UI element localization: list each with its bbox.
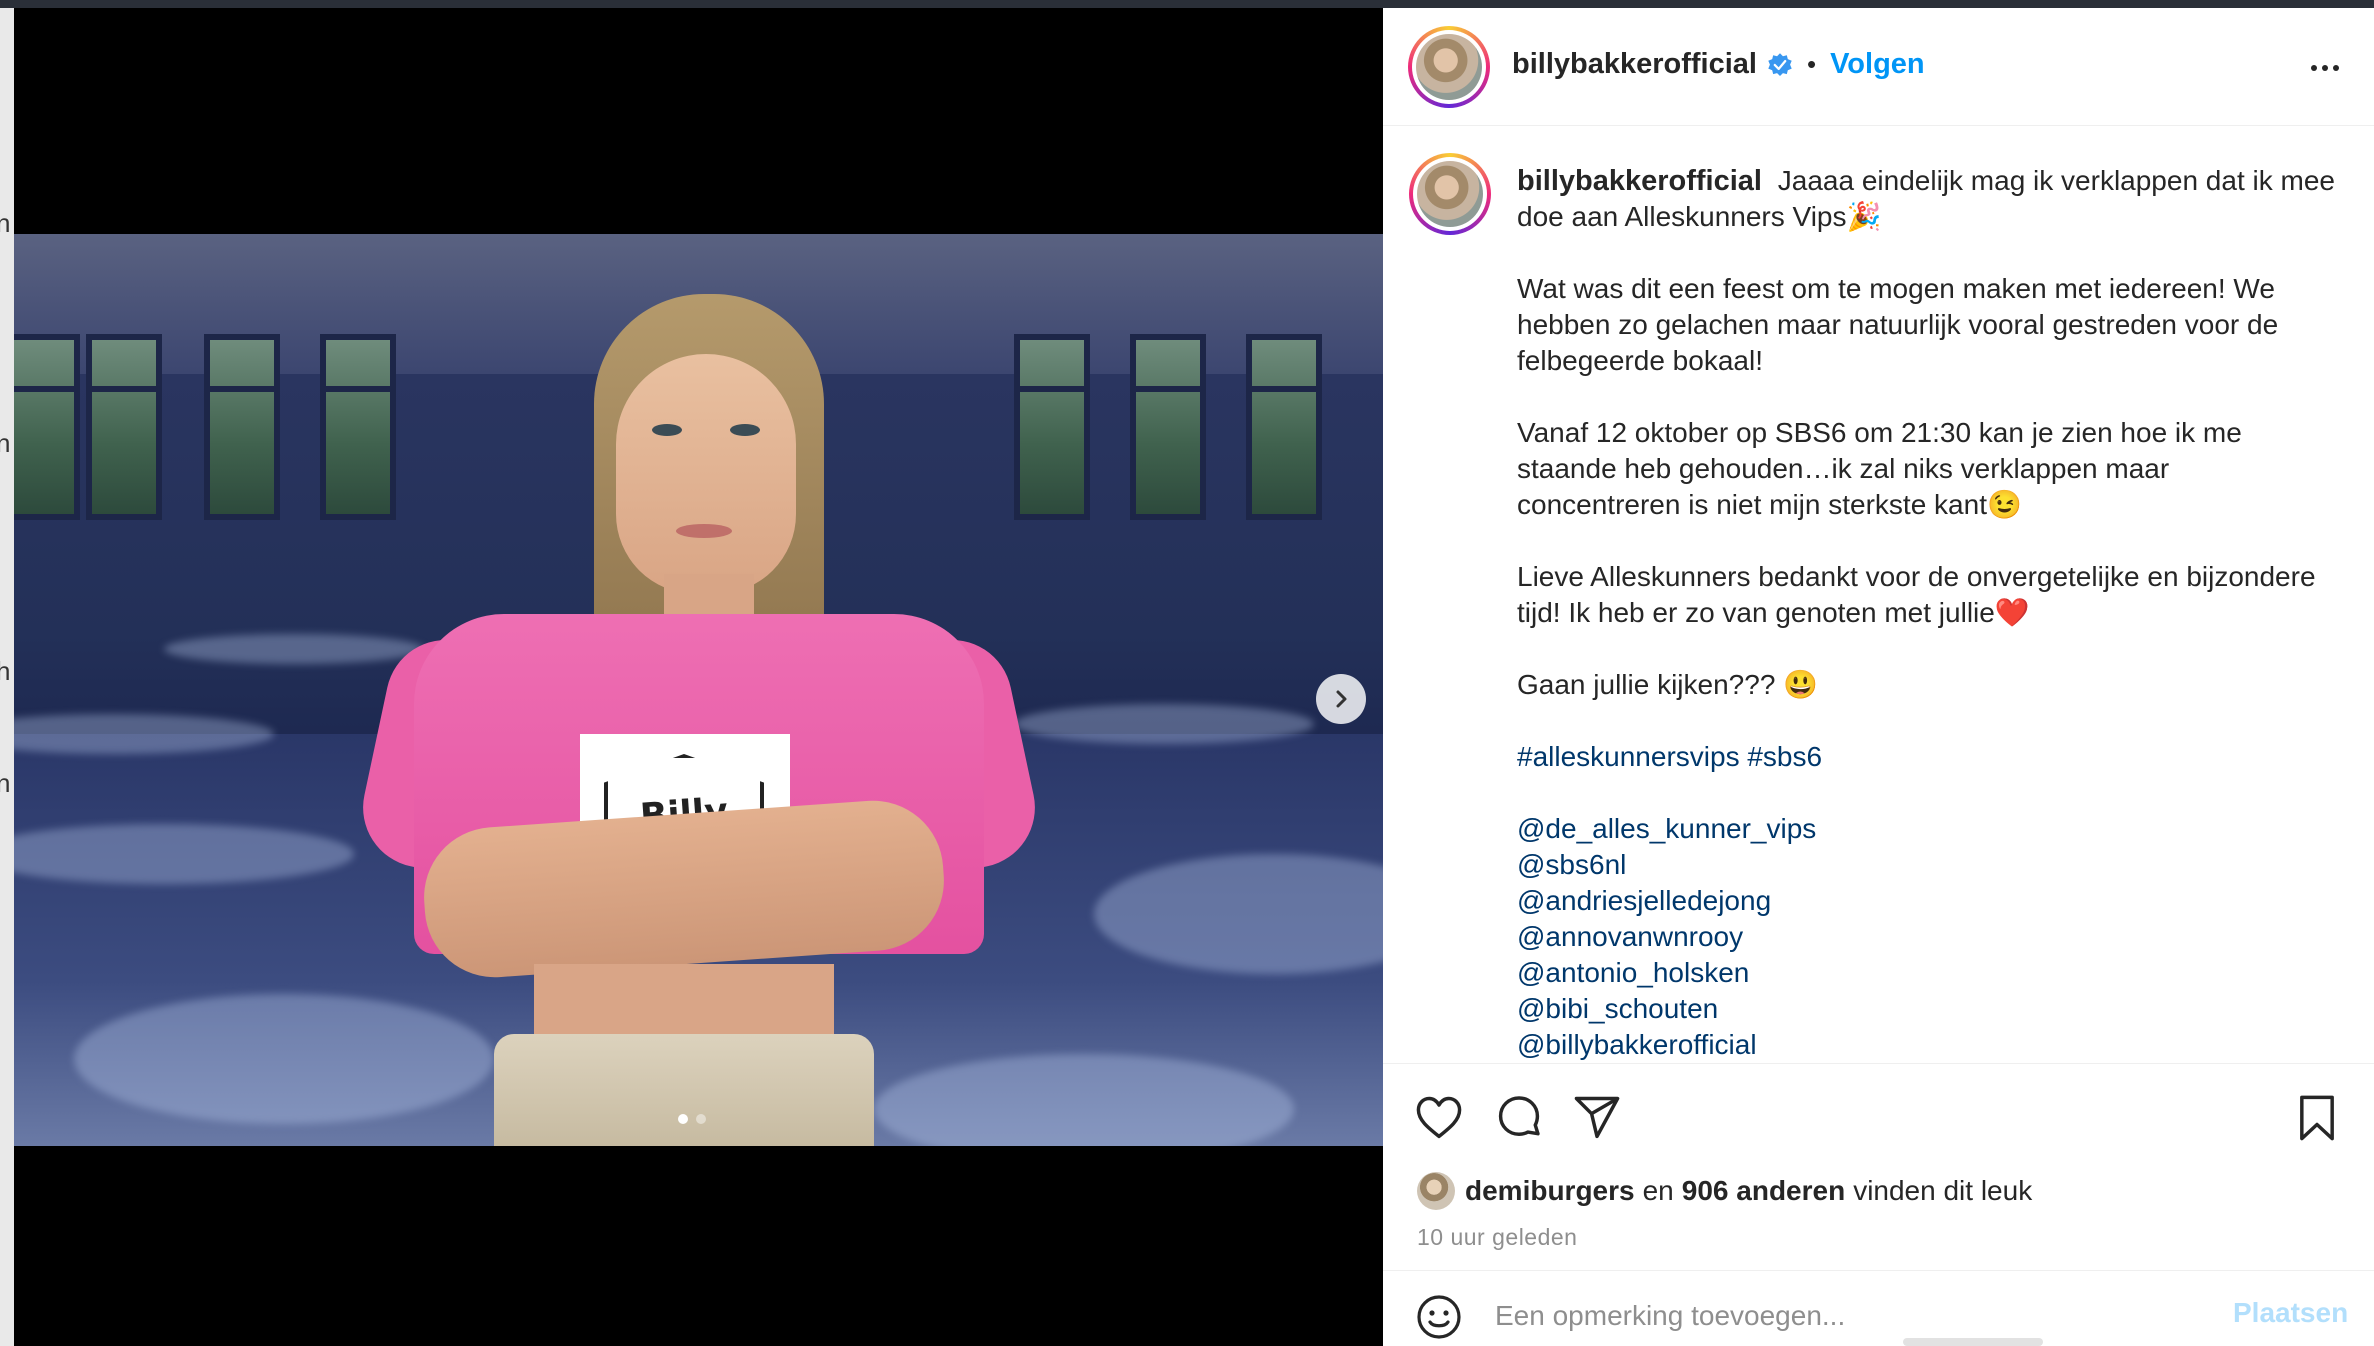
caption-avatar[interactable]	[1409, 153, 1491, 235]
backdrop-text-fragment: h	[0, 656, 11, 686]
mention-link[interactable]: @bibi_schouten	[1517, 991, 2337, 1027]
post-photo[interactable]: Billy	[14, 234, 1383, 1146]
caption-username[interactable]: billybakkerofficial	[1517, 165, 1762, 197]
separator-dot: •	[1807, 49, 1817, 79]
caption-area[interactable]: billybakkerofficial Jaaaa eindelijk mag …	[1383, 127, 2374, 1063]
post-timestamp[interactable]: 10 uur geleden	[1417, 1224, 1577, 1251]
smiley-icon[interactable]	[1415, 1293, 1463, 1341]
mention-link[interactable]: @annovanwnrooy	[1517, 919, 2337, 955]
likes-summary[interactable]: demiburgers en 906 anderen vinden dit le…	[1417, 1172, 2032, 1210]
scroll-indicator	[1903, 1338, 2043, 1346]
comment-bubble-icon[interactable]	[1493, 1092, 1545, 1144]
comment-input[interactable]	[1495, 1293, 2195, 1339]
mention-link[interactable]: @sbs6nl	[1517, 847, 2337, 883]
mention-link[interactable]: @andriesjelledejong	[1517, 883, 2337, 919]
mention-link[interactable]: @billybakkerofficial	[1517, 1027, 2337, 1063]
header-username[interactable]: billybakkerofficial	[1512, 48, 1757, 81]
backdrop-top-strip	[0, 0, 2374, 8]
follow-button[interactable]: Volgen	[1830, 48, 1925, 81]
avatar[interactable]	[1408, 26, 1490, 108]
likes-connector: en	[1642, 1175, 1674, 1206]
mention-link[interactable]: @antonio_holsken	[1517, 955, 2337, 991]
chevron-right-icon	[1336, 690, 1347, 708]
carousel-dot-active	[678, 1114, 688, 1124]
person-portrait: Billy	[351, 274, 1047, 1146]
caption-text: billybakkerofficial Jaaaa eindelijk mag …	[1517, 163, 2337, 1063]
first-liker[interactable]: demiburgers	[1465, 1175, 1635, 1207]
verified-badge-icon	[1768, 52, 1792, 76]
carousel-indicator	[678, 1114, 706, 1124]
likes-count[interactable]: 906 anderen	[1682, 1175, 1845, 1207]
comment-bar: Plaatsen	[1383, 1270, 2374, 1346]
caption-paragraph: Wat was dit een feest om te mogen maken …	[1517, 273, 2279, 376]
more-options-icon[interactable]	[2305, 48, 2345, 88]
caption-paragraph: Vanaf 12 oktober op SBS6 om 21:30 kan je…	[1517, 417, 2242, 520]
mention-link[interactable]: @de_alles_kunner_vips	[1517, 811, 2337, 847]
header-user: billybakkerofficial • Volgen	[1512, 48, 1925, 81]
post-comment-button[interactable]: Plaatsen	[2233, 1297, 2348, 1329]
post-media[interactable]: Billy	[14, 8, 1383, 1346]
bookmark-icon[interactable]	[2291, 1092, 2343, 1144]
post-detail-panel: billybakkerofficial • Volgen billybakker…	[1383, 8, 2374, 1346]
caption-hashtags[interactable]: #alleskunnersvips #sbs6	[1517, 739, 2337, 775]
backdrop-text-fragment: n	[0, 208, 11, 238]
carousel-dot	[696, 1114, 706, 1124]
heart-icon[interactable]	[1413, 1092, 1465, 1144]
liker-avatar[interactable]	[1417, 1172, 1455, 1210]
paper-plane-icon[interactable]	[1571, 1092, 1623, 1144]
post-header: billybakkerofficial • Volgen	[1383, 8, 2374, 126]
backdrop-text-fragment: n	[0, 428, 11, 458]
likes-suffix: vinden dit leuk	[1853, 1175, 2033, 1206]
caption-paragraph: Lieve Alleskunners bedankt voor de onver…	[1517, 561, 2316, 628]
backdrop-left-edge: n n h n	[0, 8, 14, 1346]
backdrop-text-fragment: n	[0, 768, 11, 798]
caption-paragraph: Gaan jullie kijken??? 😃	[1517, 669, 1819, 700]
carousel-next-button[interactable]	[1316, 674, 1366, 724]
